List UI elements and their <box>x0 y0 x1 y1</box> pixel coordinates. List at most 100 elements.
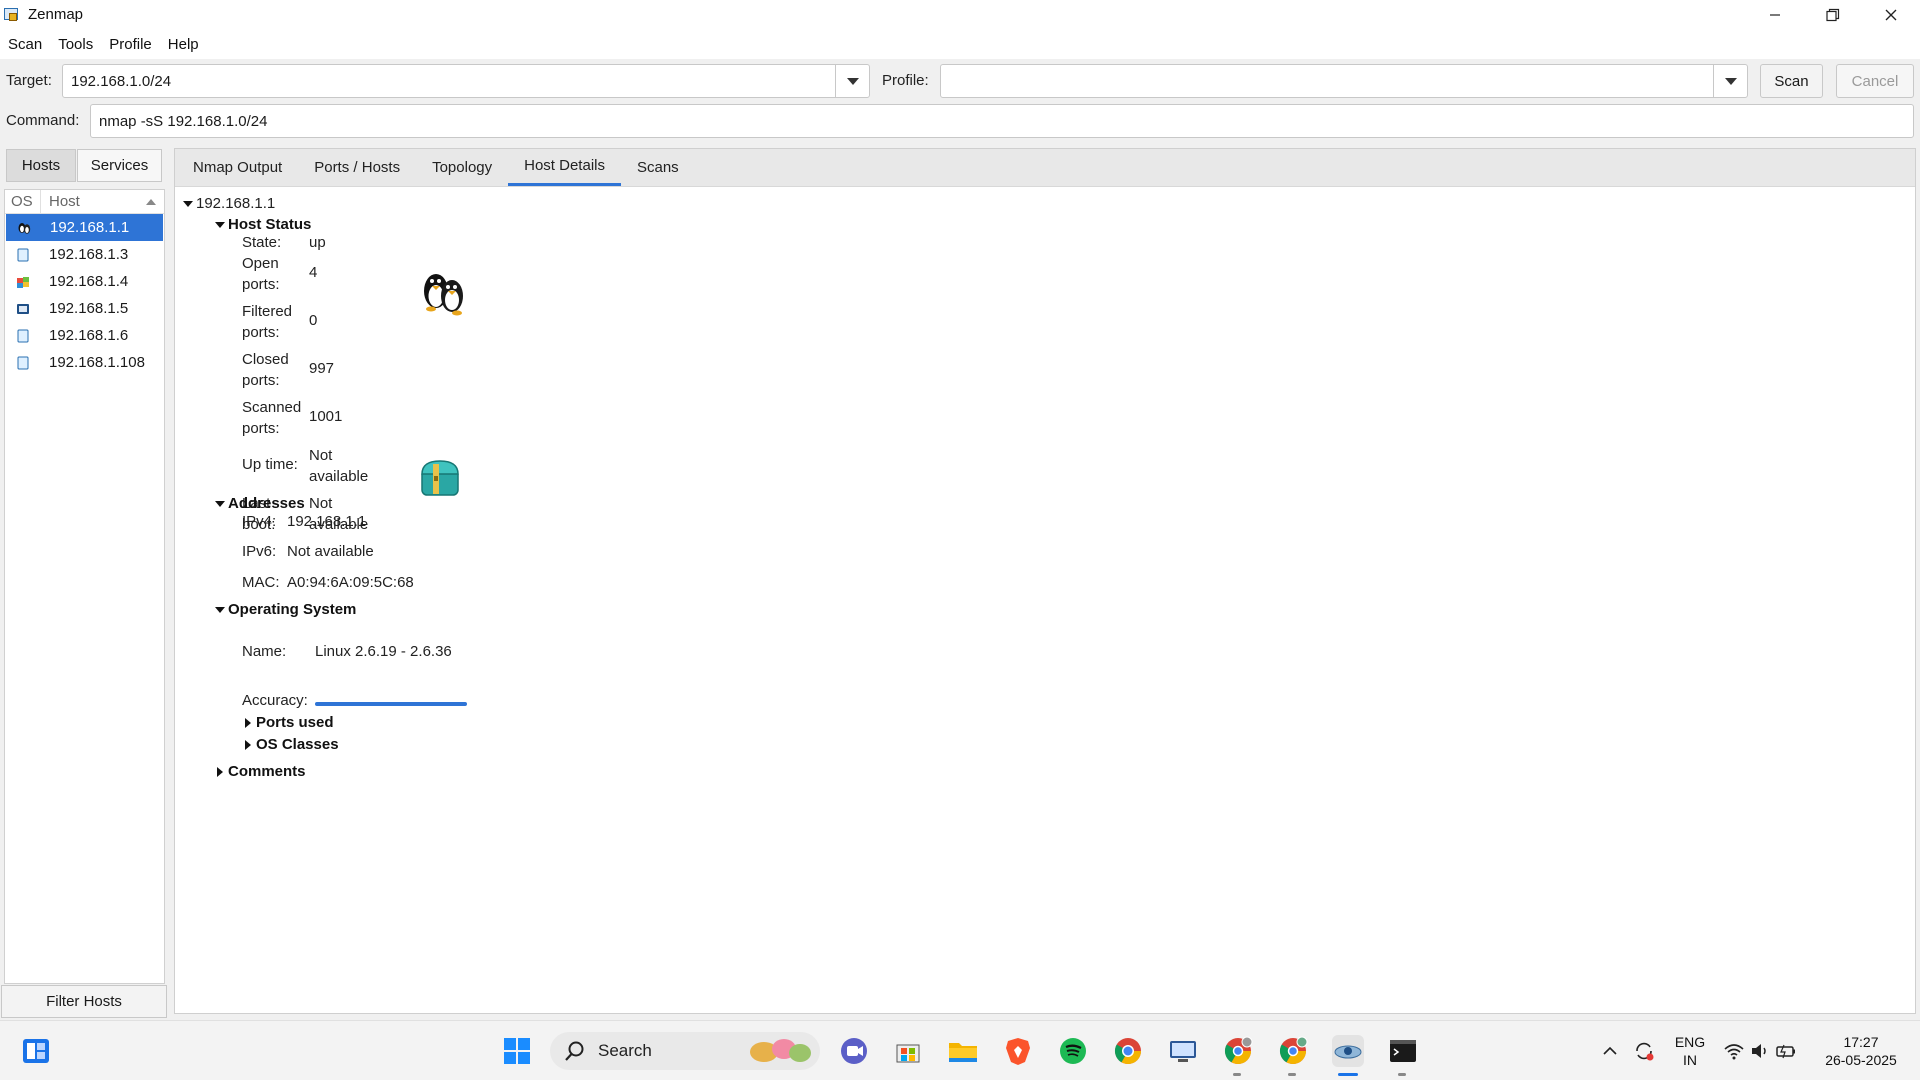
search-label: Search <box>598 1041 652 1060</box>
host-title: 192.168.1.1 <box>196 195 276 212</box>
minimize-icon <box>1770 13 1780 16</box>
ipv6-label: IPv6: <box>242 543 277 560</box>
menu-help[interactable]: Help <box>160 36 207 53</box>
device-os-icon <box>5 302 41 316</box>
host-row[interactable]: 192.168.1.6 <box>5 322 164 349</box>
zenmap-taskbar-icon[interactable] <box>1332 1035 1364 1067</box>
filter-hosts-button[interactable]: Filter Hosts <box>1 985 167 1018</box>
operating-system-title: Operating System <box>228 601 357 618</box>
filtered-ports-label-line1: Filtered <box>242 303 293 320</box>
os-column-header[interactable]: OS <box>5 190 41 213</box>
spotify-icon[interactable] <box>1057 1035 1089 1067</box>
collapsed-arrow-icon <box>217 766 223 777</box>
volume-icon[interactable] <box>1748 1035 1772 1067</box>
menu-profile[interactable]: Profile <box>101 36 160 53</box>
restore-button[interactable] <box>1804 0 1862 29</box>
windows-taskbar: Search ENG IN 17:27 26-05-2025 <box>0 1020 1920 1080</box>
language-indicator[interactable]: ENG IN <box>1670 1033 1710 1069</box>
os-classes-expander[interactable]: OS Classes <box>245 736 339 753</box>
close-button[interactable] <box>1862 0 1920 29</box>
host-ip: 192.168.1.6 <box>49 327 129 344</box>
accuracy-label: Accuracy: <box>242 692 308 709</box>
unknown-os-icon <box>5 329 41 343</box>
clock[interactable]: 17:27 26-05-2025 <box>1816 1033 1906 1069</box>
host-list-header: OS Host <box>5 190 164 214</box>
host-row[interactable]: 192.168.1.108 <box>5 349 164 376</box>
host-ip: 192.168.1.5 <box>49 300 129 317</box>
cancel-button[interactable]: Cancel <box>1836 64 1914 98</box>
menu-scan[interactable]: Scan <box>0 36 50 53</box>
host-expander[interactable]: 192.168.1.1 <box>183 195 275 212</box>
command-input[interactable]: nmap -sS 192.168.1.0/24 <box>91 113 1913 130</box>
operating-system-section[interactable]: Operating System <box>215 601 356 618</box>
running-indicator <box>1288 1073 1296 1076</box>
host-row[interactable]: 192.168.1.5 <box>5 295 164 322</box>
ipv4-label: IPv4: <box>242 513 277 530</box>
state-value: up <box>309 234 326 251</box>
sync-icon[interactable] <box>1630 1035 1658 1067</box>
wifi-icon[interactable] <box>1722 1035 1746 1067</box>
running-indicator <box>1398 1073 1406 1076</box>
ports-used-title: Ports used <box>256 714 334 731</box>
host-details-view: 192.168.1.1 Host Status State: up Open p… <box>175 187 1915 1013</box>
addresses-section[interactable]: Addresses <box>215 495 305 512</box>
window-title: Zenmap <box>28 6 84 23</box>
chrome-profile-icon[interactable] <box>1277 1035 1309 1067</box>
tab-scans[interactable]: Scans <box>621 148 695 186</box>
window-controls <box>1746 0 1920 29</box>
battery-icon[interactable] <box>1774 1035 1798 1067</box>
scanned-ports-label-line2: ports: <box>242 420 280 437</box>
hosts-tab[interactable]: Hosts <box>6 149 76 182</box>
target-combo[interactable]: 192.168.1.0/24 <box>62 64 870 98</box>
filtered-ports-label-line2: ports: <box>242 324 280 341</box>
profile-dropdown-button[interactable] <box>1713 65 1747 97</box>
widgets-icon[interactable] <box>20 1035 52 1067</box>
closed-ports-label: Closed ports: <box>242 349 289 391</box>
mac-label: MAC: <box>242 574 280 591</box>
command-field[interactable]: nmap -sS 192.168.1.0/24 <box>90 104 1914 138</box>
scan-toolbar: Target: 192.168.1.0/24 Profile: Scan Can… <box>0 59 1920 147</box>
last-boot-value-line1: Not <box>309 495 333 512</box>
host-column-header[interactable]: Host <box>41 193 164 210</box>
uptime-label: Up time: <box>242 456 298 473</box>
remote-desktop-icon[interactable] <box>1167 1035 1199 1067</box>
host-row[interactable]: 192.168.1.3 <box>5 241 164 268</box>
minimize-button[interactable] <box>1746 0 1804 29</box>
chrome-icon[interactable] <box>1112 1035 1144 1067</box>
comments-expander[interactable]: Comments <box>217 763 306 780</box>
tab-host-details[interactable]: Host Details <box>508 148 621 186</box>
ports-used-expander[interactable]: Ports used <box>245 714 334 731</box>
running-indicator <box>1233 1073 1241 1076</box>
tab-ports-hosts[interactable]: Ports / Hosts <box>298 148 416 186</box>
command-label: Command: <box>6 112 80 129</box>
scan-button[interactable]: Scan <box>1760 64 1823 98</box>
services-tab[interactable]: Services <box>77 149 162 182</box>
host-row[interactable]: 192.168.1.1 <box>6 214 163 241</box>
host-row[interactable]: 192.168.1.4 <box>5 268 164 295</box>
search-icon <box>565 1041 584 1061</box>
tab-nmap-output[interactable]: Nmap Output <box>177 148 298 186</box>
chevron-up-icon[interactable] <box>1598 1035 1622 1067</box>
host-status-section[interactable]: Host Status <box>215 216 311 233</box>
expanded-arrow-icon <box>215 500 225 507</box>
clock-date: 26-05-2025 <box>1825 1052 1897 1068</box>
tab-topology[interactable]: Topology <box>416 148 508 186</box>
microsoft-store-icon[interactable] <box>892 1035 924 1067</box>
addresses-title: Addresses <box>228 495 305 512</box>
accuracy-progress-bar <box>315 702 467 706</box>
restore-icon <box>1826 8 1840 21</box>
uptime-value-line2: available <box>309 468 369 485</box>
file-explorer-icon[interactable] <box>947 1035 979 1067</box>
language-code: ENG <box>1674 1034 1706 1050</box>
chrome-profile-icon[interactable] <box>1222 1035 1254 1067</box>
menu-tools[interactable]: Tools <box>50 36 101 53</box>
profile-combo[interactable] <box>940 64 1748 98</box>
target-dropdown-button[interactable] <box>835 65 869 97</box>
chevron-down-icon <box>1724 77 1737 85</box>
start-icon[interactable] <box>501 1035 533 1067</box>
teams-icon[interactable] <box>838 1035 870 1067</box>
target-input[interactable]: 192.168.1.0/24 <box>63 73 835 90</box>
brave-browser-icon[interactable] <box>1002 1035 1034 1067</box>
taskbar-search[interactable]: Search <box>550 1032 820 1070</box>
terminal-icon[interactable] <box>1387 1035 1419 1067</box>
